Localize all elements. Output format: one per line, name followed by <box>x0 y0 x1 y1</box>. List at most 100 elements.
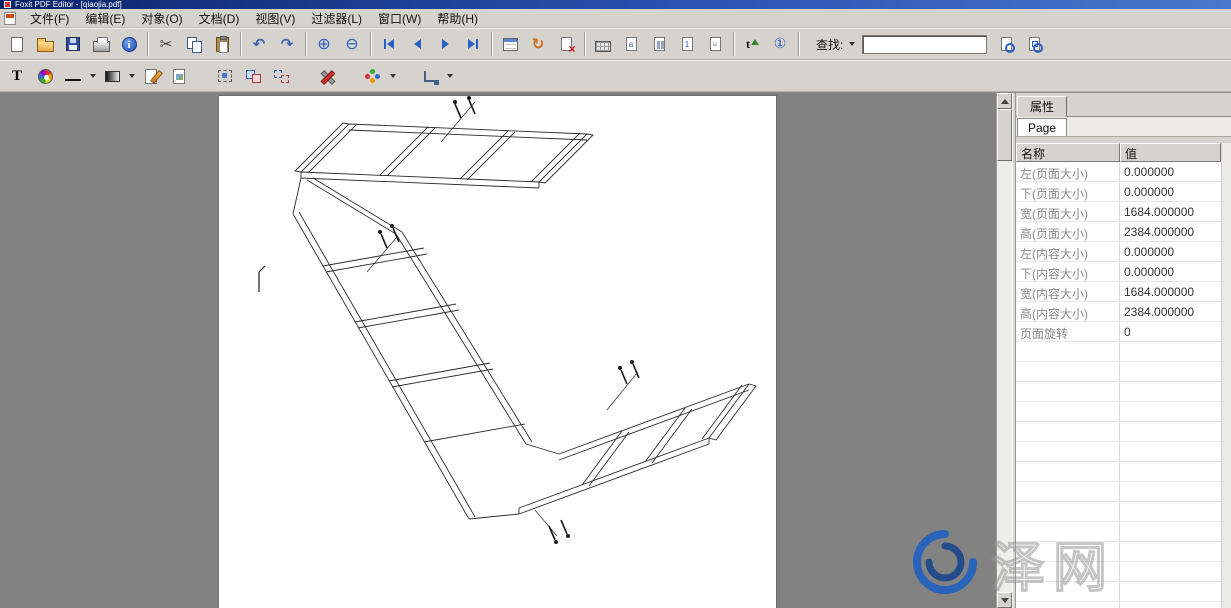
object-toolbar <box>0 60 1231 92</box>
find-input[interactable] <box>862 35 987 54</box>
extract-text-button[interactable] <box>739 31 765 57</box>
print-button[interactable] <box>88 31 114 57</box>
layout-text-button[interactable] <box>702 31 728 57</box>
menu-filter[interactable]: 过滤器(L) <box>303 9 370 28</box>
menu-file[interactable]: 文件(F) <box>22 9 77 28</box>
property-row[interactable]: 左(内容大小) 0.000000 <box>1016 242 1221 262</box>
fill-style-button[interactable] <box>99 63 125 89</box>
edit-page-icon <box>145 69 157 84</box>
property-row[interactable]: 宽(页面大小) 1684.000000 <box>1016 202 1221 222</box>
zoom-out-button[interactable] <box>339 31 365 57</box>
menu-help[interactable]: 帮助(H) <box>429 9 486 28</box>
find-dropdown-button[interactable] <box>847 31 856 57</box>
next-page-button[interactable] <box>432 31 458 57</box>
facing-pages-icon <box>654 37 665 51</box>
delete-page-icon <box>561 37 572 51</box>
cut-button[interactable] <box>153 31 179 57</box>
toolbar-separator <box>147 32 148 56</box>
fill-style-dropdown[interactable] <box>127 63 136 89</box>
zoom-in-button[interactable] <box>311 31 337 57</box>
tab-properties[interactable]: 属性 <box>1017 96 1067 117</box>
line-icon <box>65 79 81 81</box>
menu-view[interactable]: 视图(V) <box>247 9 303 28</box>
color-nodes-button[interactable] <box>360 63 386 89</box>
canvas-vertical-scrollbar[interactable] <box>996 93 1012 608</box>
color-picker-button[interactable] <box>32 63 58 89</box>
property-name: 左(内容大小) <box>1016 242 1120 262</box>
text-tool-icon <box>12 68 22 84</box>
gradient-fill-icon <box>105 71 120 82</box>
page-info-button[interactable] <box>767 31 793 57</box>
tab-page[interactable]: Page <box>1017 118 1067 136</box>
property-value: 1684.000000 <box>1120 202 1221 222</box>
undo-button[interactable] <box>246 31 272 57</box>
redo-button[interactable] <box>274 31 300 57</box>
column-header-value[interactable]: 值 <box>1120 143 1221 162</box>
menu-object[interactable]: 对象(O) <box>133 9 190 28</box>
property-row-empty <box>1016 382 1221 402</box>
layout-facing-button[interactable] <box>646 31 672 57</box>
ungroup-objects-button[interactable] <box>268 63 294 89</box>
printer-icon <box>93 41 110 52</box>
toolbar-separator <box>305 32 306 56</box>
property-row[interactable]: 高(页面大小) 2384.000000 <box>1016 222 1221 242</box>
properties-scrollbar[interactable] <box>1221 143 1231 608</box>
hex-view-button[interactable] <box>590 31 616 57</box>
property-row[interactable]: 页面旋转 0 <box>1016 322 1221 342</box>
open-folder-icon <box>37 41 54 52</box>
find-label: 查找: <box>816 36 843 53</box>
property-row[interactable]: 左(页面大小) 0.000000 <box>1016 162 1221 182</box>
delete-page-button[interactable] <box>553 31 579 57</box>
connector-dropdown[interactable] <box>445 63 454 89</box>
text-tool-button[interactable] <box>4 63 30 89</box>
copy-button[interactable] <box>181 31 207 57</box>
group-objects-button[interactable] <box>240 63 266 89</box>
save-button[interactable] <box>60 31 86 57</box>
property-value: 0.000000 <box>1120 262 1221 282</box>
scroll-down-button[interactable] <box>997 592 1012 608</box>
crossed-tools-icon <box>319 68 336 85</box>
main-area: 属性 Page 名称 值 左(页面大小) 0.000000 下(页面大小) 0.… <box>0 92 1231 608</box>
property-row[interactable]: 高(内容大小) 2384.000000 <box>1016 302 1221 322</box>
tools-button[interactable] <box>314 63 340 89</box>
prev-page-button[interactable] <box>404 31 430 57</box>
properties-table-header: 名称 值 <box>1016 143 1221 162</box>
property-row[interactable]: 宽(内容大小) 1684.000000 <box>1016 282 1221 302</box>
property-row-empty <box>1016 442 1221 462</box>
column-header-name[interactable]: 名称 <box>1016 143 1120 162</box>
about-button[interactable] <box>116 31 142 57</box>
menu-edit[interactable]: 编辑(E) <box>77 9 133 28</box>
menu-window[interactable]: 窗口(W) <box>370 9 429 28</box>
scrollbar-thumb[interactable] <box>997 109 1012 161</box>
circled-one-icon <box>774 36 787 52</box>
find-next-button[interactable] <box>1021 31 1047 57</box>
connector-button[interactable] <box>417 63 443 89</box>
menu-document[interactable]: 文档(D) <box>191 9 248 28</box>
select-marquee-button[interactable] <box>212 63 238 89</box>
first-page-button[interactable] <box>376 31 402 57</box>
line-style-button[interactable] <box>60 63 86 89</box>
open-button[interactable] <box>32 31 58 57</box>
find-button[interactable] <box>993 31 1019 57</box>
property-row[interactable]: 下(页面大小) 0.000000 <box>1016 182 1221 202</box>
zoom-in-icon <box>317 36 330 52</box>
document-canvas[interactable] <box>0 93 996 608</box>
property-value: 1684.000000 <box>1120 282 1221 302</box>
pdf-page[interactable] <box>218 95 777 608</box>
edit-object-button[interactable] <box>138 63 164 89</box>
scroll-up-button[interactable] <box>997 93 1012 109</box>
last-page-button[interactable] <box>460 31 486 57</box>
page-form-button[interactable] <box>497 31 523 57</box>
layout-numbered-button[interactable] <box>674 31 700 57</box>
color-nodes-dropdown[interactable] <box>388 63 397 89</box>
property-row-empty <box>1016 562 1221 582</box>
properties-panel-header: 属性 <box>1016 93 1231 117</box>
line-style-dropdown[interactable] <box>88 63 97 89</box>
layout-single-button[interactable] <box>618 31 644 57</box>
edit-image-button[interactable] <box>166 63 192 89</box>
new-button[interactable] <box>4 31 30 57</box>
rotate-page-button[interactable] <box>525 31 551 57</box>
menu-bar: 文件(F) 编辑(E) 对象(O) 文档(D) 视图(V) 过滤器(L) 窗口(… <box>0 9 1231 28</box>
property-row[interactable]: 下(内容大小) 0.000000 <box>1016 262 1221 282</box>
paste-button[interactable] <box>209 31 235 57</box>
